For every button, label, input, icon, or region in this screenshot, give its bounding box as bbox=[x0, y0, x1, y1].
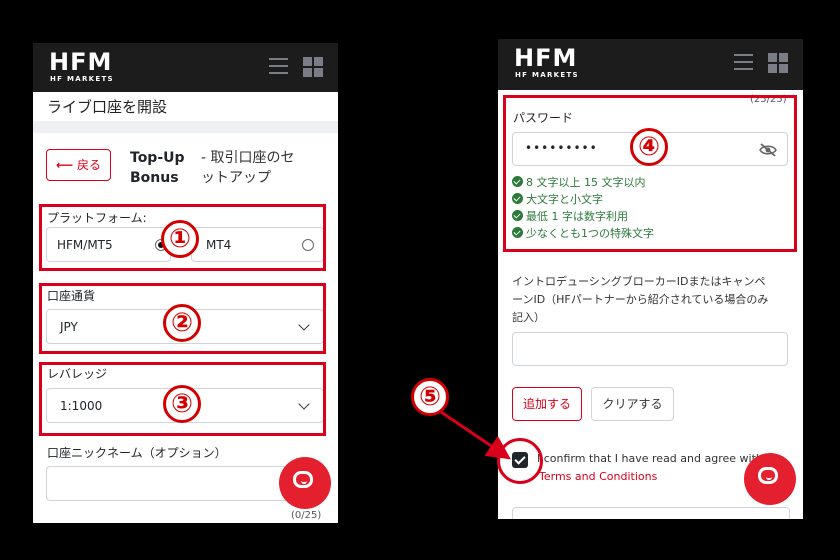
annotation-arrow bbox=[440, 410, 511, 460]
